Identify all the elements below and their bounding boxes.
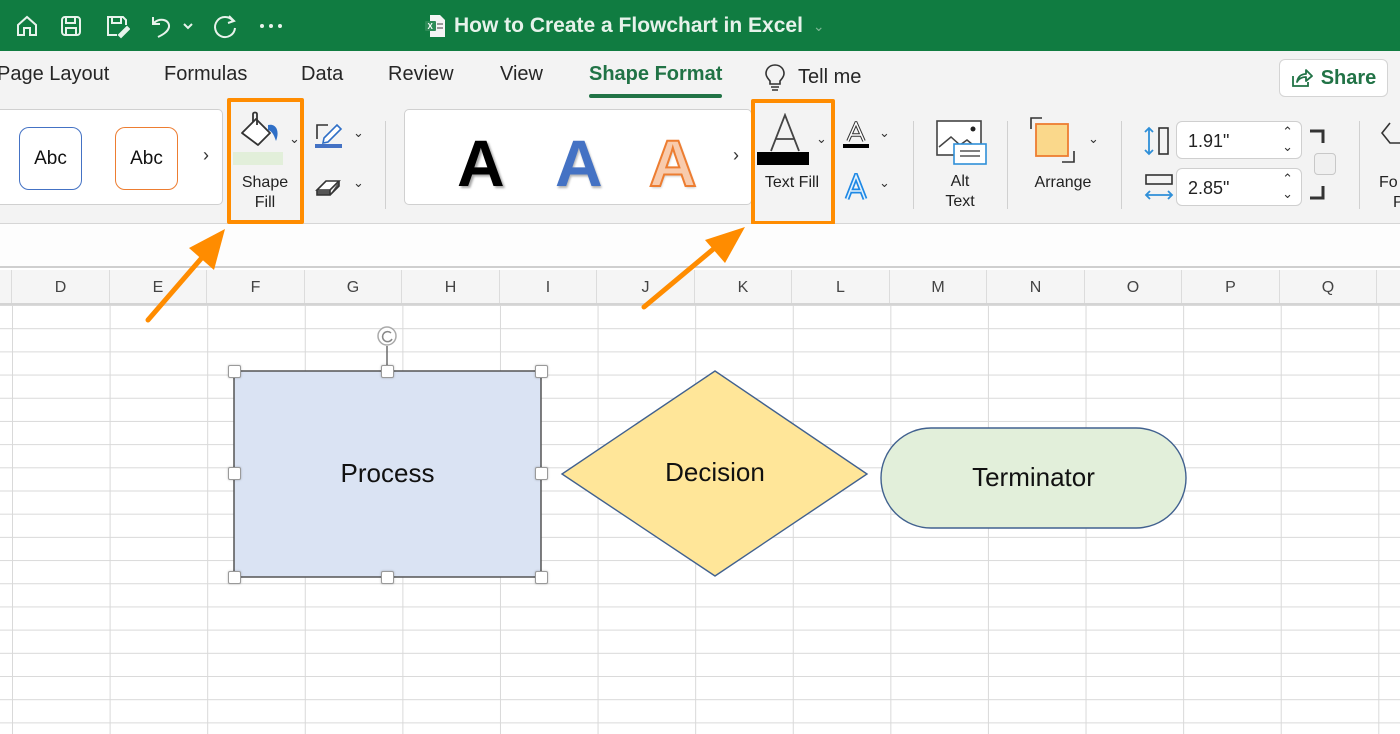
terminator-shape-label[interactable]: Terminator: [881, 462, 1186, 493]
resize-handle-bottom[interactable]: [381, 571, 394, 584]
annotation-arrow-text-fill: [641, 227, 745, 310]
resize-handle-top-right[interactable]: [535, 365, 548, 378]
flowchart-shapes-layer: [145, 227, 1187, 578]
process-shape-label[interactable]: Process: [234, 458, 541, 489]
resize-handle-right[interactable]: [535, 467, 548, 480]
resize-handle-left[interactable]: [228, 467, 241, 480]
resize-handle-bottom-right[interactable]: [535, 571, 548, 584]
decision-shape-label[interactable]: Decision: [600, 457, 830, 488]
resize-handle-top-left[interactable]: [228, 365, 241, 378]
annotation-arrow-shape-fill: [145, 229, 225, 323]
excel-window: X How to Create a Flowchart in Excel ⌄ P…: [0, 0, 1400, 734]
resize-handle-bottom-left[interactable]: [228, 571, 241, 584]
resize-handle-top[interactable]: [381, 365, 394, 378]
